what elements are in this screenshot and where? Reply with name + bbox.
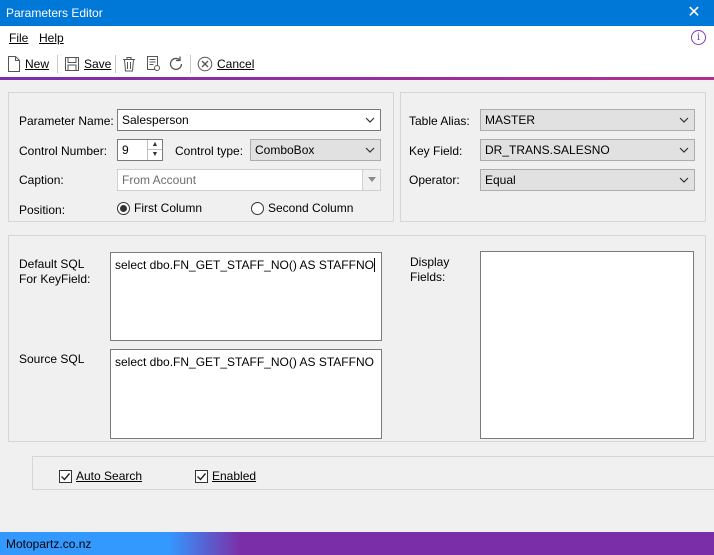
default-sql-label-line1: Default SQL — [19, 257, 85, 271]
save-icon — [64, 56, 80, 72]
save-button[interactable]: Save — [64, 54, 111, 74]
display-fields-label-line1: Display — [410, 255, 450, 269]
default-sql-value: select dbo.FN_GET_STAFF_NO() AS STAFFNO — [115, 258, 374, 272]
new-button[interactable]: New — [7, 54, 49, 74]
display-fields-list[interactable] — [480, 251, 694, 439]
status-bar: Motopartz.co.nz — [0, 532, 714, 555]
default-sql-textarea[interactable]: select dbo.FN_GET_STAFF_NO() AS STAFFNO — [110, 252, 382, 341]
new-doc-icon — [7, 56, 21, 72]
close-icon[interactable]: ✕ — [674, 0, 714, 26]
table-alias-value: MASTER — [485, 113, 536, 127]
param-name-label: Parameter Name: — [19, 114, 114, 128]
operator-label: Operator: — [409, 173, 460, 187]
key-field-value: DR_TRANS.SALESNO — [485, 143, 610, 157]
cancel-button[interactable]: Cancel — [197, 54, 254, 74]
parameter-panel: Parameter Name: Salesperson Control Numb… — [8, 92, 394, 222]
menu-file-label: File — [9, 31, 29, 45]
control-type-label: Control type: — [175, 144, 244, 158]
enabled-checkbox[interactable]: Enabled — [195, 469, 256, 483]
toolbar-separator — [190, 55, 191, 73]
cancel-button-label: Cancel — [217, 57, 255, 71]
report-button[interactable] — [146, 54, 161, 74]
sql-panel: Default SQL For KeyField: select dbo.FN_… — [8, 235, 706, 442]
caption-combo[interactable]: From Account — [117, 169, 381, 191]
radio-first-column[interactable]: First Column — [117, 201, 202, 215]
window-title: Parameters Editor — [6, 6, 103, 20]
source-sql-textarea[interactable]: select dbo.FN_GET_STAFF_NO() AS STAFFNO — [110, 349, 382, 439]
key-panel: Table Alias: MASTER Key Field: DR_TRANS.… — [400, 92, 706, 222]
checkbox-box — [59, 469, 72, 483]
auto-search-checkbox[interactable]: Auto Search — [59, 469, 142, 483]
stepper-down-icon[interactable]: ▼ — [148, 150, 162, 160]
menu-help-label: Help — [39, 31, 64, 45]
auto-search-label: Auto Search — [76, 469, 143, 483]
stepper-buttons: ▲ ▼ — [147, 140, 162, 160]
checkbox-box — [195, 469, 208, 483]
save-button-label: Save — [84, 57, 112, 71]
table-alias-combo[interactable]: MASTER — [480, 109, 695, 131]
caption-label: Caption: — [19, 173, 64, 187]
key-field-label: Key Field: — [409, 144, 463, 158]
toolbar-separator — [57, 55, 58, 73]
editor-body: Parameter Name: Salesperson Control Numb… — [0, 80, 714, 532]
operator-combo[interactable]: Equal — [480, 169, 695, 191]
menu-bar: File Help i — [0, 26, 714, 50]
control-type-value: ComboBox — [255, 143, 315, 157]
radio-second-column-label: Second Column — [268, 201, 354, 215]
delete-button[interactable] — [122, 54, 136, 74]
refresh-icon — [167, 55, 185, 73]
delete-icon — [122, 56, 136, 72]
stepper-up-icon[interactable]: ▲ — [148, 140, 162, 150]
source-sql-label: Source SQL — [19, 352, 85, 366]
position-label: Position: — [19, 203, 66, 217]
title-bar: Parameters Editor ✕ — [0, 0, 714, 26]
source-sql-value: select dbo.FN_GET_STAFF_NO() AS STAFFNO — [115, 355, 374, 369]
options-panel: Auto Search Enabled — [32, 456, 714, 490]
menu-help[interactable]: Help — [39, 31, 64, 45]
info-icon[interactable]: i — [691, 30, 706, 45]
radio-unselected-icon — [251, 201, 264, 215]
check-icon — [61, 472, 71, 481]
chevron-down-icon — [368, 177, 376, 182]
control-type-combo[interactable]: ComboBox — [250, 139, 381, 161]
table-alias-label: Table Alias: — [409, 114, 470, 128]
check-icon — [197, 472, 207, 481]
menu-file[interactable]: File — [9, 31, 28, 45]
control-number-stepper[interactable]: 9 ▲ ▼ — [117, 139, 163, 161]
caption-dropdown — [362, 170, 380, 190]
chevron-down-icon — [365, 117, 375, 123]
param-name-value: Salesperson — [122, 113, 189, 127]
display-fields-label-line2: Fields: — [410, 270, 446, 284]
enabled-label: Enabled — [212, 469, 257, 483]
key-field-combo[interactable]: DR_TRANS.SALESNO — [480, 139, 695, 161]
chevron-down-icon — [679, 117, 689, 123]
default-sql-text: select dbo.FN_GET_STAFF_NO() AS STAFFNO — [115, 258, 375, 272]
cancel-icon — [197, 56, 213, 72]
chevron-down-icon — [679, 147, 689, 153]
control-number-value: 9 — [122, 143, 129, 157]
new-button-label: New — [25, 57, 50, 71]
toolbar: New Save Cancel — [0, 50, 714, 78]
operator-value: Equal — [485, 173, 516, 187]
chevron-down-icon — [679, 177, 689, 183]
caption-value: From Account — [122, 173, 197, 187]
default-sql-label-line2: For KeyField: — [19, 272, 91, 286]
chevron-down-icon — [365, 147, 375, 153]
status-text: Motopartz.co.nz — [6, 537, 92, 551]
radio-selected-icon — [117, 201, 130, 215]
report-icon — [146, 56, 161, 72]
control-number-label: Control Number: — [19, 144, 108, 158]
param-name-combo[interactable]: Salesperson — [117, 109, 381, 131]
radio-second-column[interactable]: Second Column — [251, 201, 353, 215]
refresh-button[interactable] — [167, 54, 185, 74]
toolbar-separator — [115, 55, 116, 73]
text-caret — [373, 258, 375, 272]
radio-first-column-label: First Column — [134, 201, 203, 215]
